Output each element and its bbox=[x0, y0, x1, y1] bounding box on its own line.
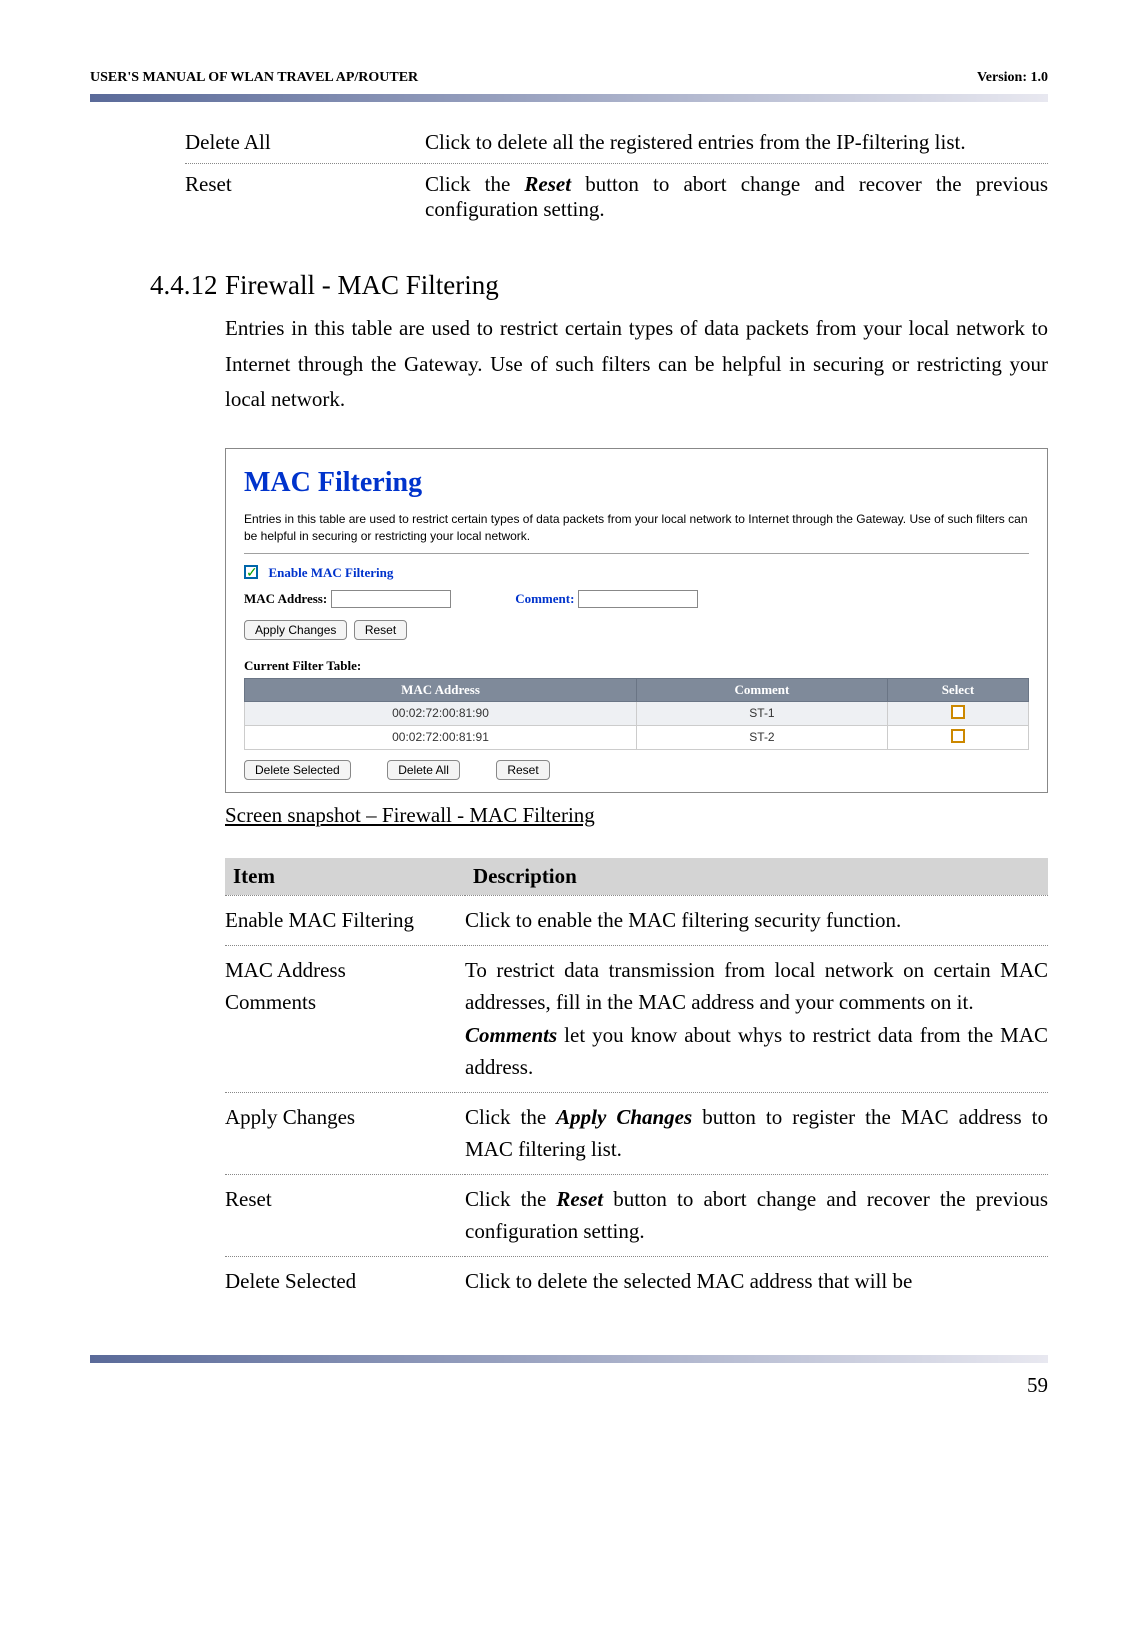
mac-table-header: Comment bbox=[637, 678, 888, 701]
desc-table-header-item: Item bbox=[225, 858, 465, 896]
enable-mac-row: Enable MAC Filtering bbox=[244, 564, 1029, 582]
desc-row-desc: Click the Apply Changes button to regist… bbox=[465, 1092, 1048, 1174]
section-number: 4.4.12 bbox=[150, 270, 225, 301]
desc-row-label: Enable MAC Filtering bbox=[225, 895, 465, 945]
table-row-desc: Click to delete all the registered entri… bbox=[425, 122, 1048, 164]
mac-input-row: MAC Address: Comment: bbox=[244, 590, 1029, 608]
mac-cell: 00:02:72:00:81:90 bbox=[245, 701, 637, 725]
select-checkbox[interactable] bbox=[951, 705, 965, 719]
mac-address-input[interactable] bbox=[331, 590, 451, 608]
section-heading: 4.4.12Firewall - MAC Filtering bbox=[150, 270, 1048, 301]
table-row-desc: Click the Reset button to abort change a… bbox=[425, 164, 1048, 231]
description-table: Item Description Enable MAC Filtering Cl… bbox=[225, 858, 1048, 1305]
reset-button[interactable]: Reset bbox=[354, 620, 407, 640]
apply-changes-button[interactable]: Apply Changes bbox=[244, 620, 347, 640]
screenshot-caption: Screen snapshot – Firewall - MAC Filteri… bbox=[225, 803, 1048, 828]
table-row-label: Delete All bbox=[185, 122, 425, 164]
mac-desc: Entries in this table are used to restri… bbox=[244, 511, 1029, 545]
header-left: USER'S MANUAL OF WLAN TRAVEL AP/ROUTER bbox=[90, 70, 418, 86]
comment-cell: ST-1 bbox=[637, 701, 888, 725]
desc-row-label: MAC Address Comments bbox=[225, 945, 465, 1092]
header-divider bbox=[90, 94, 1048, 102]
desc-row-desc: Click the Reset button to abort change a… bbox=[465, 1174, 1048, 1256]
desc-row-desc: Click to enable the MAC filtering securi… bbox=[465, 895, 1048, 945]
table-row: 00:02:72:00:81:90 ST-1 bbox=[245, 701, 1029, 725]
section-body: Entries in this table are used to restri… bbox=[225, 311, 1048, 418]
mac-address-label: MAC Address: bbox=[244, 591, 327, 606]
mac-apply-row: Apply Changes Reset bbox=[244, 620, 1029, 640]
enable-mac-checkbox[interactable] bbox=[244, 565, 258, 579]
desc-row-desc: To restrict data transmission from local… bbox=[465, 945, 1048, 1092]
mac-table-header: Select bbox=[887, 678, 1028, 701]
page-number: 59 bbox=[0, 1373, 1138, 1398]
delete-selected-button[interactable]: Delete Selected bbox=[244, 760, 351, 780]
desc-table-header-desc: Description bbox=[465, 858, 1048, 896]
enable-mac-label: Enable MAC Filtering bbox=[268, 564, 393, 579]
footer-divider bbox=[90, 1355, 1048, 1363]
page-header: USER'S MANUAL OF WLAN TRAVEL AP/ROUTER V… bbox=[90, 70, 1048, 94]
mac-filter-table: MAC Address Comment Select 00:02:72:00:8… bbox=[244, 678, 1029, 750]
desc-row-label: Apply Changes bbox=[225, 1092, 465, 1174]
mac-button-row: Delete Selected Delete All Reset bbox=[244, 760, 1029, 780]
select-checkbox[interactable] bbox=[951, 729, 965, 743]
comment-label: Comment: bbox=[515, 591, 574, 606]
mac-cell: 00:02:72:00:81:91 bbox=[245, 725, 637, 749]
delete-all-button[interactable]: Delete All bbox=[387, 760, 460, 780]
table-row-label: Reset bbox=[185, 164, 425, 231]
select-cell bbox=[887, 725, 1028, 749]
comment-cell: ST-2 bbox=[637, 725, 888, 749]
select-cell bbox=[887, 701, 1028, 725]
reset-button[interactable]: Reset bbox=[496, 760, 549, 780]
top-continuation-table: Delete All Click to delete all the regis… bbox=[185, 122, 1048, 230]
divider bbox=[244, 553, 1029, 554]
table-row: 00:02:72:00:81:91 ST-2 bbox=[245, 725, 1029, 749]
header-right: Version: 1.0 bbox=[977, 70, 1048, 86]
current-filter-table-label: Current Filter Table: bbox=[244, 658, 1029, 674]
section-title: Firewall - MAC Filtering bbox=[225, 270, 499, 300]
mac-filtering-screenshot: MAC Filtering Entries in this table are … bbox=[225, 448, 1048, 793]
comment-input[interactable] bbox=[578, 590, 698, 608]
mac-table-header: MAC Address bbox=[245, 678, 637, 701]
desc-row-label: Delete Selected bbox=[225, 1256, 465, 1305]
desc-row-desc: Click to delete the selected MAC address… bbox=[465, 1256, 1048, 1305]
mac-title: MAC Filtering bbox=[244, 467, 1029, 499]
desc-row-label: Reset bbox=[225, 1174, 465, 1256]
